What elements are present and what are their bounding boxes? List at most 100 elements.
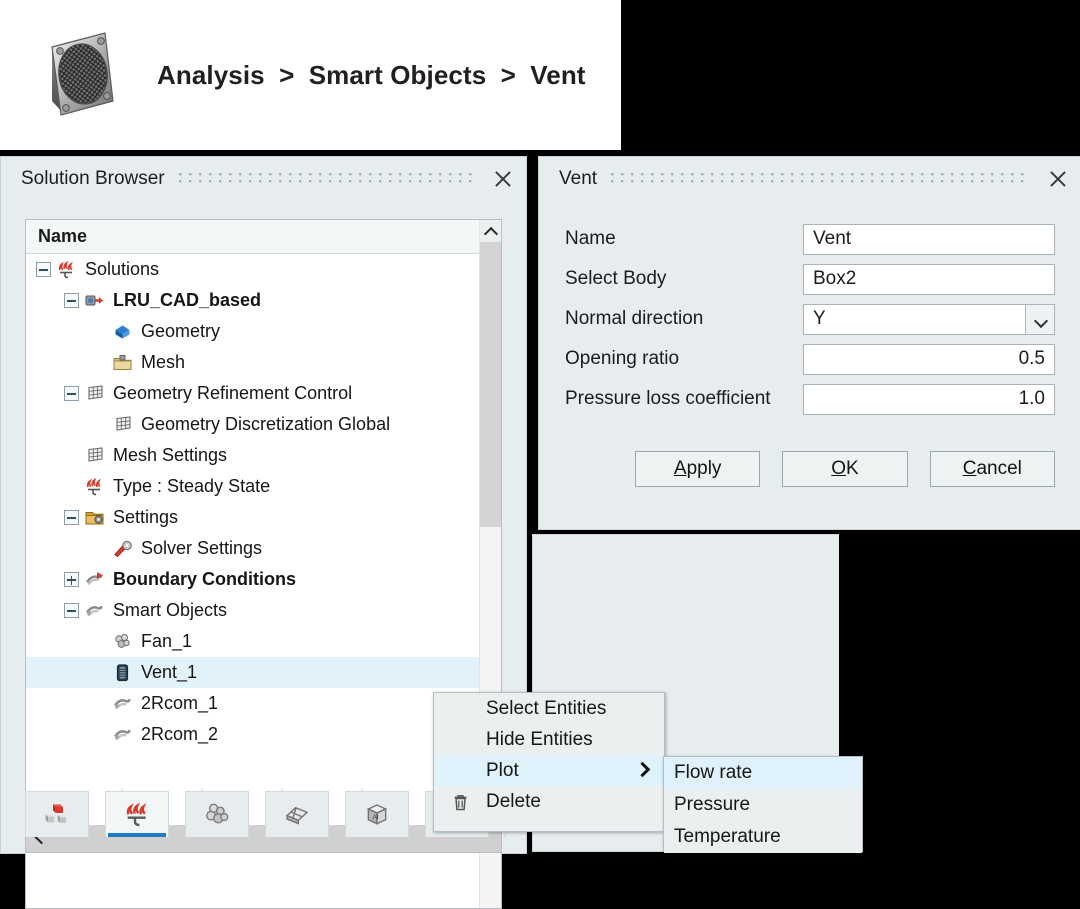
tree-row[interactable]: Geometry Discretization Global xyxy=(26,409,479,440)
collapse-icon[interactable] xyxy=(64,603,79,618)
thermal-solution-icon xyxy=(123,801,151,829)
tree-row[interactable]: Fan_1 xyxy=(26,626,479,657)
form-row: NameVent xyxy=(565,219,1055,259)
tab-ai-cube[interactable]: AI xyxy=(345,791,409,837)
tree-row[interactable]: Solutions xyxy=(26,254,479,285)
tab-thermal-solution[interactable] xyxy=(105,791,169,837)
tree-row-label: LRU_CAD_based xyxy=(111,290,261,311)
svg-text:AI: AI xyxy=(372,814,378,821)
submenu-item[interactable]: Pressure xyxy=(664,789,862,821)
smart-objects-icon xyxy=(112,693,133,714)
collapse-icon[interactable] xyxy=(36,262,51,277)
tree-row[interactable]: Vent_1 xyxy=(26,657,479,688)
solutions-icon xyxy=(56,259,77,280)
context-menu-item-label: Hide Entities xyxy=(486,729,593,751)
tree-row-label: Settings xyxy=(111,507,178,528)
select-value[interactable]: Y xyxy=(803,304,1025,335)
context-menu-item[interactable]: Delete xyxy=(434,786,664,817)
boundary-icon xyxy=(84,569,105,590)
context-menu-item[interactable]: Hide Entities xyxy=(434,724,664,755)
tree-row[interactable]: LRU_CAD_based xyxy=(26,285,479,316)
tree-row[interactable]: Mesh Settings xyxy=(26,440,479,471)
fan-icon xyxy=(112,631,133,652)
context-menu-item-label: Select Entities xyxy=(486,698,606,720)
context-menu-item-label: Plot xyxy=(486,760,519,782)
field-input[interactable]: 1.0 xyxy=(803,384,1055,415)
tree-row[interactable]: 2Rcom_2 xyxy=(26,719,479,750)
close-icon[interactable] xyxy=(1045,166,1071,192)
form-row: Opening ratio0.5 xyxy=(565,339,1055,379)
ai-cube-icon: AI xyxy=(363,801,391,829)
field-input[interactable]: 0.5 xyxy=(803,344,1055,375)
form-row: Select BodyBox2 xyxy=(565,259,1055,299)
drag-grip[interactable] xyxy=(179,172,476,186)
tree-row[interactable]: Geometry xyxy=(26,316,479,347)
tree-row-label: Solver Settings xyxy=(139,538,262,559)
tree-row[interactable]: Smart Objects xyxy=(26,595,479,626)
plot-submenu: Flow ratePressureTemperature xyxy=(663,756,863,852)
tree-row[interactable]: 2Rcom_1 xyxy=(26,688,479,719)
grid-icon xyxy=(112,414,133,435)
normal-direction-select[interactable]: Y xyxy=(803,304,1055,335)
ok-button[interactable]: OK xyxy=(782,451,907,487)
chevron-down-icon[interactable] xyxy=(1025,304,1055,335)
tree-row[interactable]: Geometry Refinement Control xyxy=(26,378,479,409)
cancel-button[interactable]: Cancel xyxy=(930,451,1055,487)
context-menu-item[interactable]: Plot xyxy=(434,755,664,786)
tab-materials[interactable] xyxy=(265,791,329,837)
tree-row[interactable]: Settings xyxy=(26,502,479,533)
smart-objects-icon xyxy=(112,724,133,745)
apply-button[interactable]: Apply xyxy=(635,451,760,487)
field-input[interactable]: Box2 xyxy=(803,264,1055,295)
chevron-up-icon[interactable] xyxy=(480,220,501,242)
breadcrumb: Analysis > Smart Objects > Vent xyxy=(157,60,586,91)
materials-icon xyxy=(283,801,311,829)
collapse-icon[interactable] xyxy=(64,386,79,401)
submenu-item[interactable]: Temperature xyxy=(664,821,862,853)
dialog-title: Vent xyxy=(559,168,597,190)
tree-row-label: Mesh xyxy=(139,352,185,373)
collapse-icon[interactable] xyxy=(64,510,79,525)
panel-title: Solution Browser xyxy=(21,168,165,190)
context-menu-item-label: Delete xyxy=(486,791,541,813)
app-root: Analysis > Smart Objects > Vent Solution… xyxy=(0,0,1080,852)
solution-case-icon xyxy=(84,290,105,311)
expand-icon[interactable] xyxy=(64,572,79,587)
vent-icon xyxy=(112,662,133,683)
tree-row[interactable]: Type : Steady State xyxy=(26,471,479,502)
drag-grip[interactable] xyxy=(611,172,1031,186)
tree-row[interactable]: Mesh xyxy=(26,347,479,378)
field-label: Pressure loss coefficient xyxy=(565,388,803,410)
dialog-button-row: Apply OK Cancel xyxy=(635,451,1055,487)
tab-geometry-blocks[interactable] xyxy=(25,791,89,837)
vent-form: NameVentSelect BodyBox2Normal directionY… xyxy=(565,219,1055,419)
tab-particles[interactable] xyxy=(185,791,249,837)
tree-row-label: Solutions xyxy=(83,259,159,280)
tree-row-label: Vent_1 xyxy=(139,662,197,683)
breadcrumb-separator: > xyxy=(501,60,516,90)
tree-row[interactable]: Boundary Conditions xyxy=(26,564,479,595)
breadcrumb-item-smart-objects: Smart Objects xyxy=(309,60,487,90)
field-input[interactable]: Vent xyxy=(803,224,1055,255)
field-label: Name xyxy=(565,228,803,250)
tree-row-label: Geometry xyxy=(139,321,220,342)
vent-dialog: Vent NameVentSelect BodyBox2Normal direc… xyxy=(538,156,1080,530)
tree-row-label: Smart Objects xyxy=(111,600,227,621)
solver-icon xyxy=(112,538,133,559)
tree-column-header-name: Name xyxy=(26,220,501,254)
mask-top-right xyxy=(621,0,1080,150)
submenu-item[interactable]: Flow rate xyxy=(664,757,862,789)
tree-row[interactable]: Solver Settings xyxy=(26,533,479,564)
tree-row-label: Mesh Settings xyxy=(111,445,227,466)
collapse-icon[interactable] xyxy=(64,293,79,308)
smart-objects-icon xyxy=(84,600,105,621)
vent-dialog-titlebar: Vent xyxy=(539,157,1080,201)
tree-row-label: Fan_1 xyxy=(139,631,192,652)
trash-icon xyxy=(450,792,471,813)
context-menu-item[interactable]: Select Entities xyxy=(434,693,664,724)
close-icon[interactable] xyxy=(490,166,516,192)
tree-row-label: 2Rcom_2 xyxy=(139,724,218,745)
active-tab-underline xyxy=(108,833,166,837)
tree-row-label: Geometry Refinement Control xyxy=(111,383,352,404)
scrollbar-thumb[interactable] xyxy=(480,242,502,527)
